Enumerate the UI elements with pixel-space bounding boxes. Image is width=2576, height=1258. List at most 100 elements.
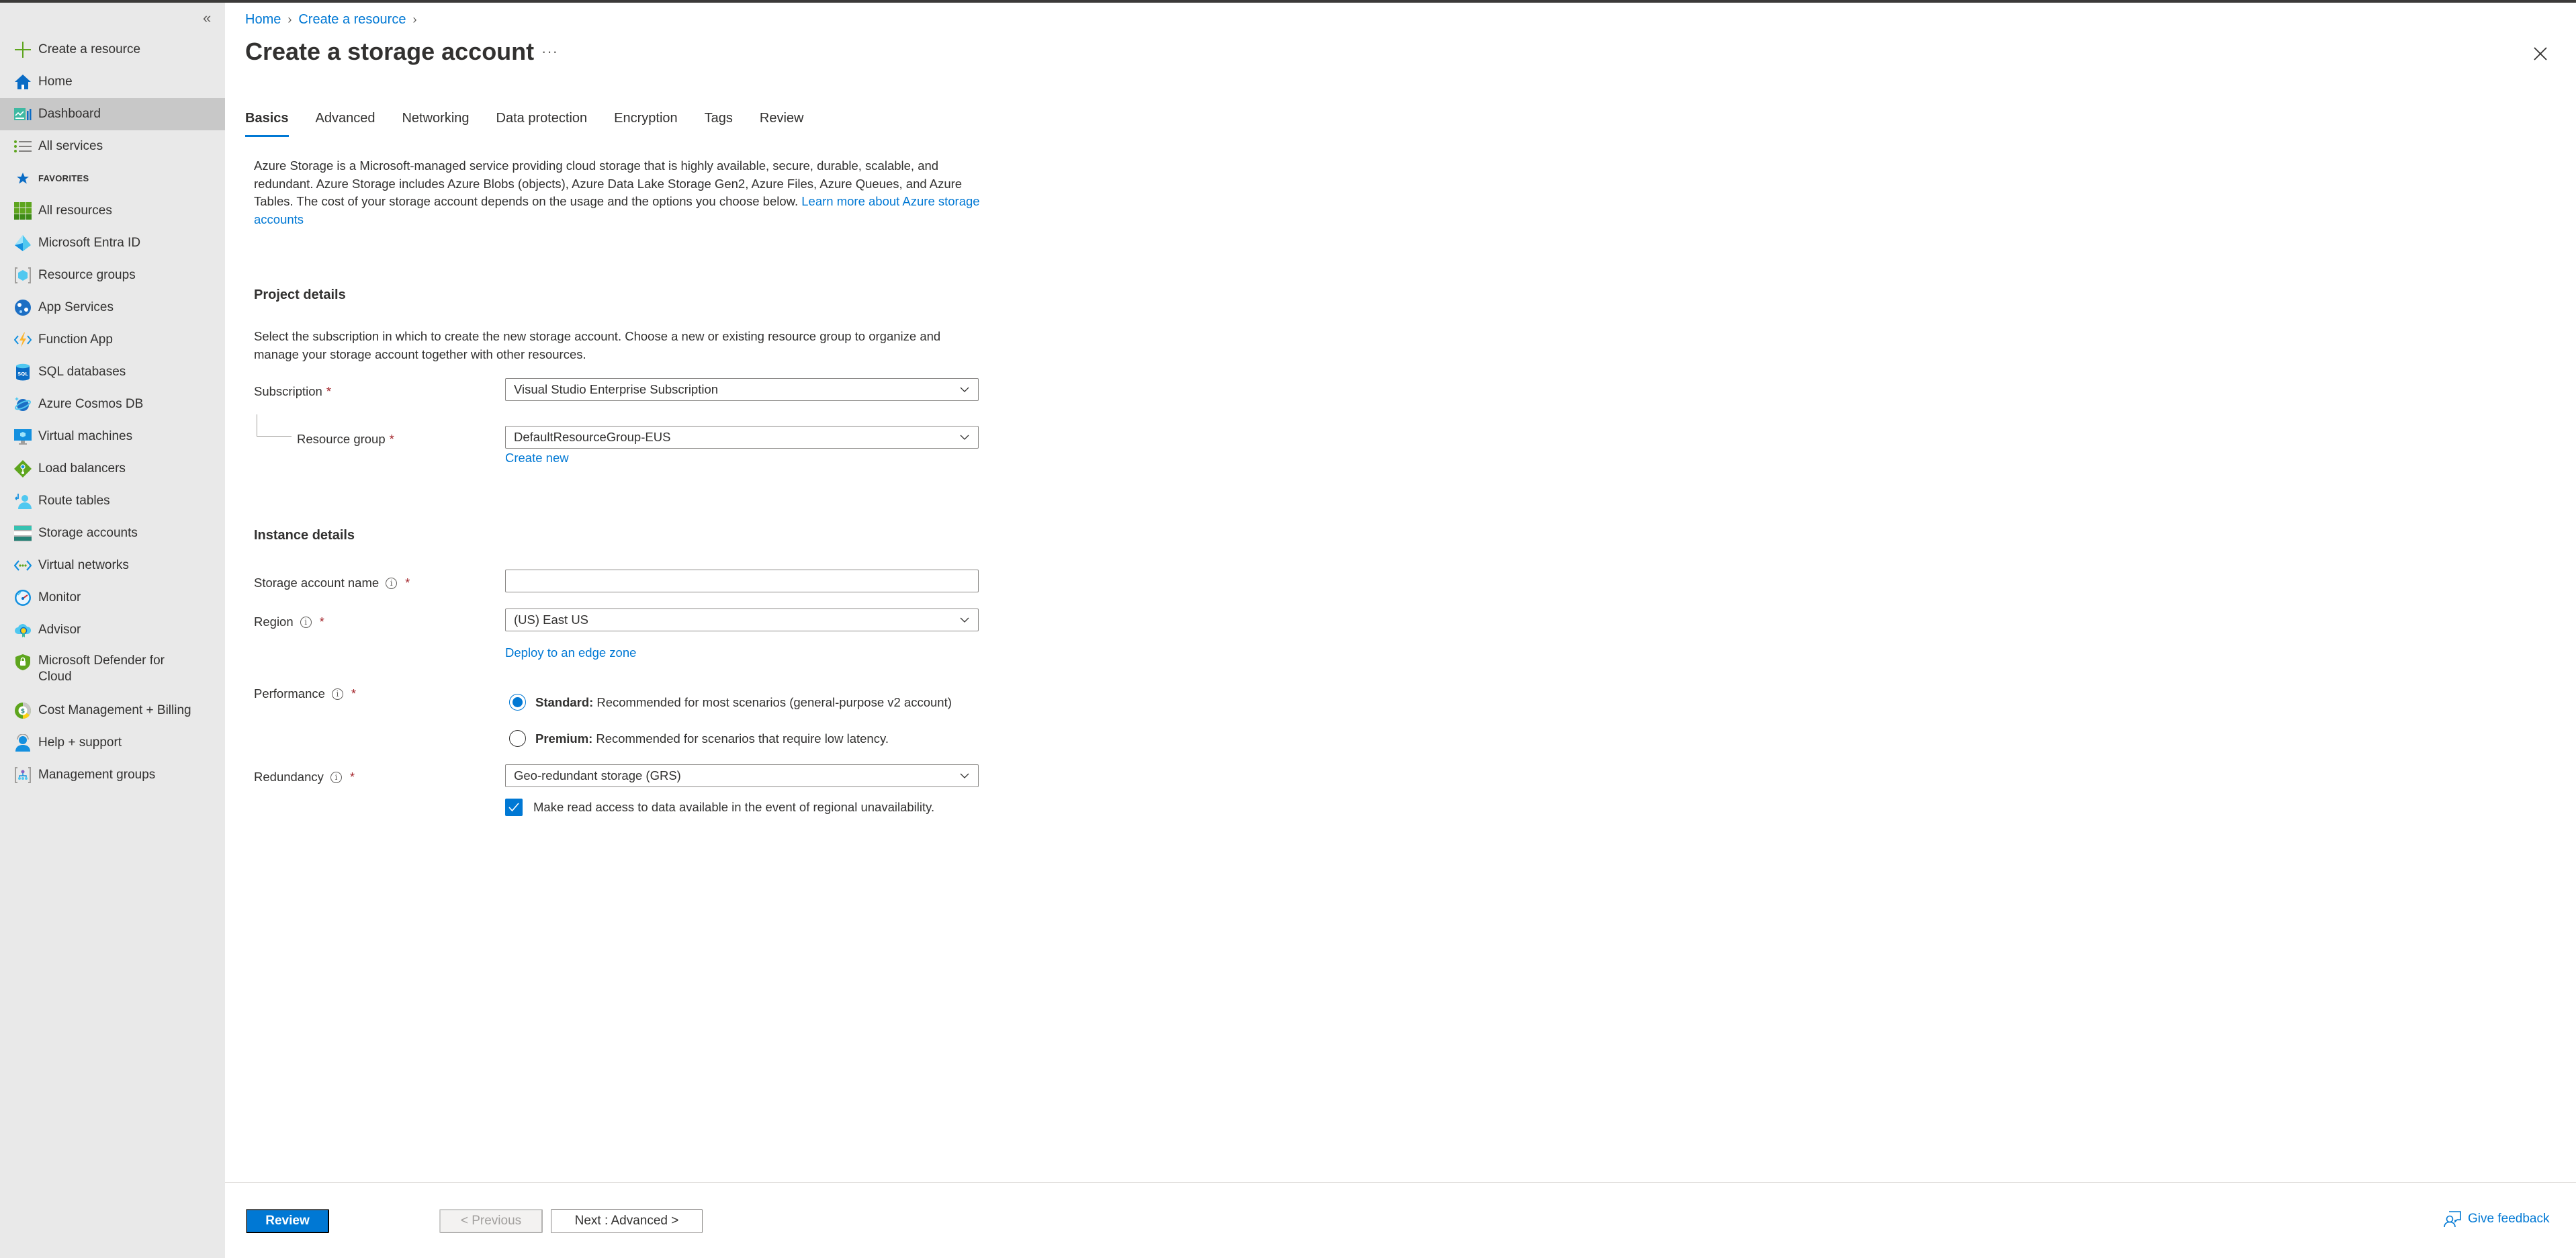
subscription-dropdown[interactable]: Visual Studio Enterprise Subscription	[505, 378, 979, 401]
sidebar-item-all-services[interactable]: All services	[0, 130, 225, 163]
breadcrumb-create-resource[interactable]: Create a resource	[298, 12, 406, 28]
resource-group-icon	[13, 266, 32, 285]
tab-review[interactable]: Review	[760, 107, 804, 137]
close-button[interactable]	[2532, 46, 2548, 62]
sidebar-item-label: App Services	[38, 300, 114, 314]
region-dropdown[interactable]: (US) East US	[505, 609, 979, 631]
info-icon[interactable]: i	[331, 688, 343, 700]
sidebar-item-monitor[interactable]: Monitor	[0, 582, 225, 614]
plus-icon	[13, 40, 32, 59]
give-feedback-link[interactable]: Give feedback	[2444, 1210, 2549, 1228]
tree-connector	[257, 414, 292, 437]
defender-icon	[13, 653, 32, 672]
sidebar-item-label: Microsoft Entra ID	[38, 236, 141, 250]
star-icon	[13, 169, 32, 188]
storage-account-name-label: Storage account name i *	[254, 576, 410, 590]
sidebar-item-label: Monitor	[38, 590, 81, 604]
info-icon[interactable]: i	[386, 577, 398, 589]
radio-unselected-icon	[509, 730, 526, 747]
chevron-down-icon	[960, 617, 969, 623]
sidebar-item-cosmos-db[interactable]: Azure Cosmos DB	[0, 388, 225, 420]
tab-advanced[interactable]: Advanced	[316, 107, 375, 137]
tab-basics[interactable]: Basics	[245, 107, 289, 137]
redundancy-dropdown[interactable]: Geo-redundant storage (GRS)	[505, 764, 979, 787]
performance-standard-radio[interactable]: Standard: Recommended for most scenarios…	[509, 694, 952, 711]
sidebar-item-create-resource[interactable]: Create a resource	[0, 34, 225, 66]
storage-account-name-input[interactable]	[505, 570, 979, 592]
cosmos-db-icon	[13, 395, 32, 414]
sidebar-item-storage-accounts[interactable]: Storage accounts	[0, 517, 225, 549]
sidebar-item-label: Virtual machines	[38, 429, 133, 443]
radio-selected-icon	[509, 694, 526, 711]
close-icon	[2534, 47, 2547, 60]
sidebar-item-function-app[interactable]: Function App	[0, 324, 225, 356]
sidebar-item-label: Storage accounts	[38, 526, 138, 540]
sidebar-item-label: Help + support	[38, 735, 122, 750]
sidebar-item-label: Advisor	[38, 623, 81, 637]
tab-encryption[interactable]: Encryption	[614, 107, 678, 137]
sidebar-favorites-header: FAVORITES	[0, 163, 225, 195]
sidebar-item-virtual-networks[interactable]: Virtual networks	[0, 549, 225, 582]
info-icon[interactable]: i	[330, 771, 342, 783]
resource-group-label: Resource group *	[297, 432, 394, 446]
page-title: Create a storage account	[245, 38, 535, 65]
sidebar-item-label: All resources	[38, 204, 112, 218]
advisor-icon	[13, 621, 32, 639]
performance-label: Performance i *	[254, 686, 357, 701]
breadcrumb-home[interactable]: Home	[245, 12, 281, 28]
favorites-label: FAVORITES	[38, 173, 89, 183]
entra-id-icon	[13, 234, 32, 253]
wizard-tabs: Basics Advanced Networking Data protecti…	[245, 107, 830, 137]
top-bar	[0, 0, 2576, 3]
sidebar-item-management-groups[interactable]: Management groups	[0, 759, 225, 791]
previous-button[interactable]: < Previous	[439, 1209, 543, 1233]
sidebar-item-defender[interactable]: Microsoft Defender for Cloud	[0, 646, 225, 693]
tab-tags[interactable]: Tags	[705, 107, 733, 137]
virtual-machine-icon	[13, 427, 32, 446]
redundancy-label: Redundancy i *	[254, 770, 355, 784]
sidebar-item-cost-management[interactable]: $ Cost Management + Billing	[0, 694, 225, 727]
create-new-resource-group-link[interactable]: Create new	[505, 451, 569, 465]
chevron-down-icon	[960, 387, 969, 392]
sidebar-item-virtual-machines[interactable]: Virtual machines	[0, 420, 225, 453]
resource-group-dropdown[interactable]: DefaultResourceGroup-EUS	[505, 426, 979, 449]
chevron-down-icon	[960, 435, 969, 440]
sidebar-item-help-support[interactable]: Help + support	[0, 727, 225, 759]
next-advanced-button[interactable]: Next : Advanced >	[551, 1209, 703, 1233]
review-button[interactable]: Review	[246, 1209, 329, 1233]
sidebar-item-all-resources[interactable]: All resources	[0, 195, 225, 227]
deploy-edge-zone-link[interactable]: Deploy to an edge zone	[505, 645, 636, 660]
svg-text:SQL: SQL	[17, 371, 28, 377]
checkmark-icon	[505, 799, 523, 816]
more-options-button[interactable]: ···	[541, 43, 558, 60]
required-marker: *	[389, 432, 394, 446]
sidebar-item-label: SQL databases	[38, 365, 126, 379]
collapse-sidebar-button[interactable]: «	[203, 9, 211, 27]
sidebar-item-load-balancers[interactable]: Load balancers	[0, 453, 225, 485]
required-marker: *	[351, 686, 357, 701]
sidebar-item-app-services[interactable]: App Services	[0, 291, 225, 324]
tab-data-protection[interactable]: Data protection	[496, 107, 588, 137]
load-balancer-icon	[13, 459, 32, 478]
sidebar-item-advisor[interactable]: Advisor	[0, 614, 225, 646]
grid-icon	[13, 201, 32, 220]
performance-premium-radio[interactable]: Premium: Recommended for scenarios that …	[509, 730, 889, 747]
tab-networking[interactable]: Networking	[402, 107, 469, 137]
footer-divider	[225, 1182, 2576, 1183]
intro-text: Azure Storage is a Microsoft-managed ser…	[254, 157, 983, 228]
sidebar-item-entra-id[interactable]: Microsoft Entra ID	[0, 227, 225, 259]
sidebar-item-dashboard[interactable]: Dashboard	[0, 98, 225, 130]
chevron-right-icon: ›	[412, 13, 417, 26]
sidebar-item-route-tables[interactable]: Route tables	[0, 485, 225, 517]
sidebar-item-sql-databases[interactable]: SQL SQL databases	[0, 356, 225, 388]
info-icon[interactable]: i	[300, 616, 312, 628]
monitor-icon	[13, 588, 32, 607]
sidebar-item-home[interactable]: Home	[0, 66, 225, 98]
help-support-icon	[13, 733, 32, 752]
sidebar: « Create a resource Home Dashboard All s…	[0, 3, 225, 1258]
sidebar-item-label: All services	[38, 139, 103, 153]
sidebar-item-resource-groups[interactable]: Resource groups	[0, 259, 225, 291]
sidebar-item-label: Create a resource	[38, 42, 141, 56]
svg-text:$: $	[21, 709, 25, 715]
read-access-checkbox[interactable]: Make read access to data available in th…	[505, 799, 934, 816]
